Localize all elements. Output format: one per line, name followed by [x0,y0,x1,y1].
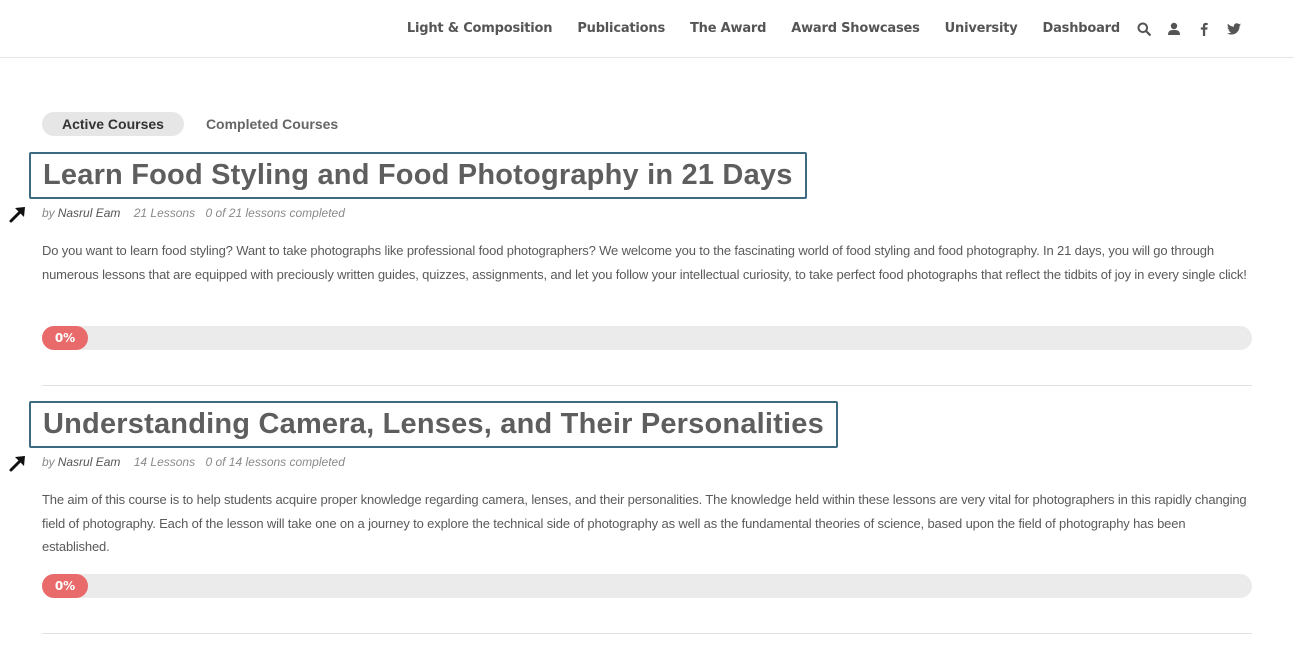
nav-publications[interactable]: Publications [577,21,665,36]
progress-fill: 0% [42,326,88,350]
course-title-highlight: Learn Food Styling and Food Photography … [29,152,807,199]
course-progress-bar: 0% [42,326,1252,350]
nav-university[interactable]: University [945,21,1018,36]
search-icon[interactable] [1136,21,1152,37]
course-progress-bar: 0% [42,574,1252,598]
course-lesson-count: 14 Lessons [133,455,196,469]
course-meta: by Nasrul Eam 21 Lessons 0 of 21 lessons … [42,206,352,220]
course-by-label: by [42,455,55,469]
tab-completed-courses[interactable]: Completed Courses [184,112,358,136]
course-author[interactable]: Nasrul Eam [58,455,121,469]
tab-active-courses[interactable]: Active Courses [42,112,184,136]
course-completed-count: 0 of 14 lessons completed [205,455,345,469]
nav-light-composition[interactable]: Light & Composition [407,21,553,36]
course-divider [42,633,1252,634]
course-author[interactable]: Nasrul Eam [58,206,121,220]
course-title[interactable]: Understanding Camera, Lenses, and Their … [43,408,824,441]
site-header: Light & Composition Publications The Awa… [0,0,1294,58]
nav-dashboard[interactable]: Dashboard [1043,21,1121,36]
arrow-pointer-icon [9,456,25,472]
course-completed-count: 0 of 21 lessons completed [205,206,345,220]
course-lesson-count: 21 Lessons [133,206,196,220]
nav-the-award[interactable]: The Award [690,21,766,36]
user-icon[interactable] [1166,21,1182,37]
course-title-highlight: Understanding Camera, Lenses, and Their … [29,401,838,448]
nav-award-showcases[interactable]: Award Showcases [791,21,920,36]
course-meta: by Nasrul Eam 14 Lessons 0 of 14 lessons … [42,455,352,469]
course-description: The aim of this course is to help studen… [42,492,1247,554]
main-nav: Light & Composition Publications The Awa… [407,0,1242,57]
course-divider [42,385,1252,386]
twitter-icon[interactable] [1226,21,1242,37]
facebook-icon[interactable] [1196,21,1212,37]
progress-label: 0% [54,579,76,593]
course-title[interactable]: Learn Food Styling and Food Photography … [43,159,793,192]
course-by-label: by [42,206,55,220]
arrow-pointer-icon [9,207,25,223]
nav-icon-group [1136,21,1242,37]
progress-label: 0% [54,331,76,345]
course-tabs: Active Courses Completed Courses [42,112,358,136]
course-description: Do you want to learn food styling? Want … [42,243,1247,282]
progress-fill: 0% [42,574,88,598]
